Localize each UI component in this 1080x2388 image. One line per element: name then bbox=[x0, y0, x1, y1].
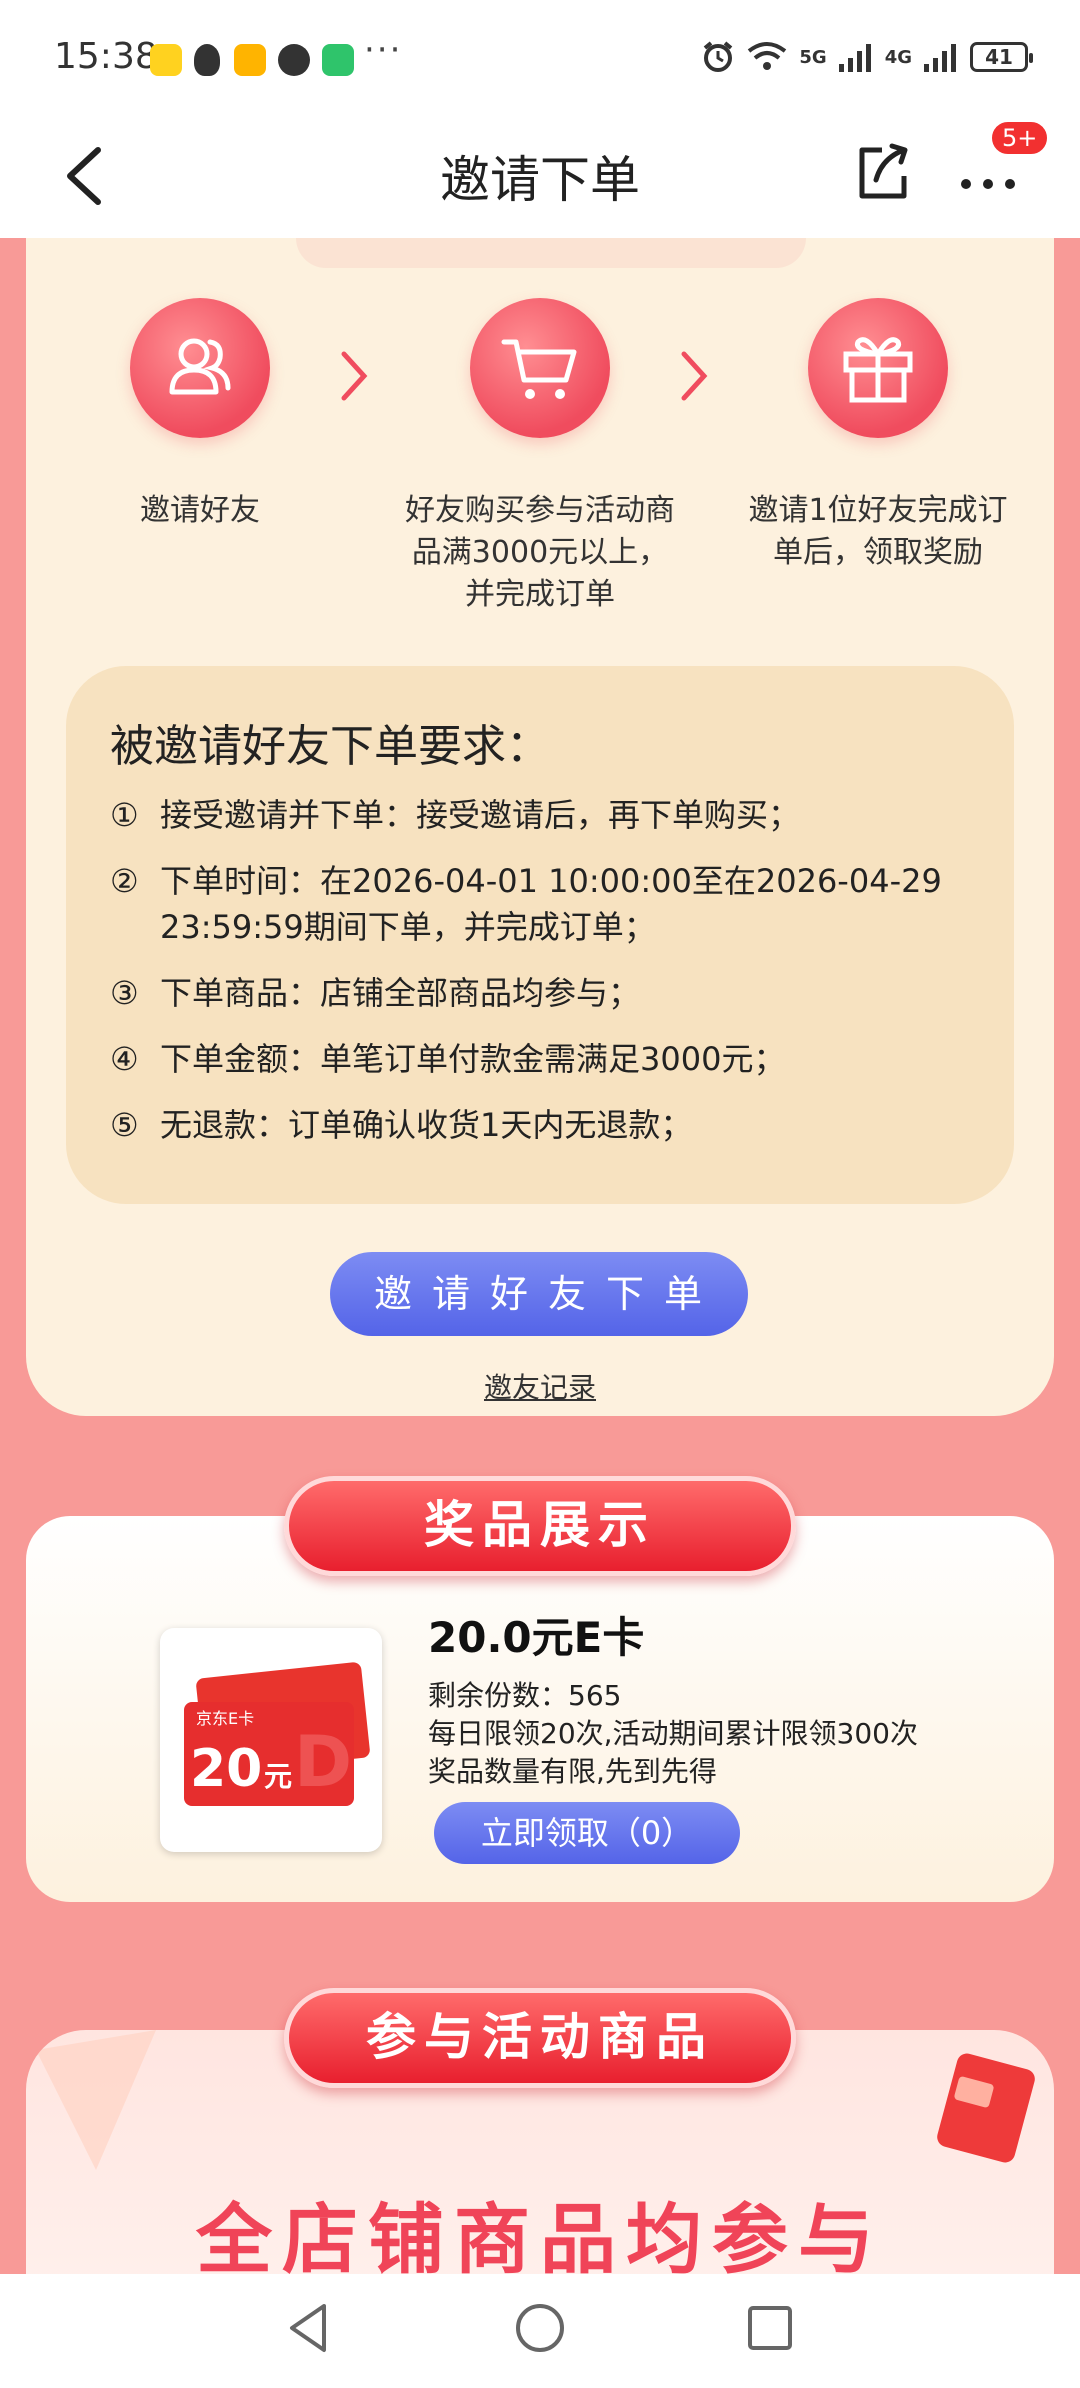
prize-note: 奖品数量有限,先到先得 bbox=[428, 1755, 717, 1788]
app-notification-icon bbox=[322, 44, 354, 76]
prize-limit: 每日限领20次,活动期间累计限领300次 bbox=[428, 1717, 918, 1750]
requirement-text: 下单时间：在2026-04-01 10:00:00至在2026-04-29 23… bbox=[160, 862, 942, 946]
nav-back-icon[interactable] bbox=[280, 2298, 340, 2358]
requirement-text: 下单商品：店铺全部商品均参与； bbox=[160, 974, 641, 1012]
gift-icon bbox=[808, 298, 948, 438]
prize-section-banner: 奖品展示 bbox=[284, 1476, 796, 1576]
notification-badge: 5+ bbox=[990, 120, 1050, 156]
step-friend-purchase: 好友购买参与活动商品满3000元以上，并完成订单 bbox=[390, 298, 690, 616]
cart-icon bbox=[470, 298, 610, 438]
requirement-text: 无退款：订单确认收货1天内无退款； bbox=[160, 1106, 693, 1144]
requirement-item: ④ 下单金额：单笔订单付款金需满足3000元； bbox=[110, 1036, 970, 1082]
step-label: 邀请好友 bbox=[140, 493, 260, 528]
qq-icon bbox=[194, 44, 220, 76]
status-time: 15:38 bbox=[54, 36, 158, 77]
prize-remaining: 剩余份数：565 bbox=[428, 1679, 622, 1712]
nav-recents-icon[interactable] bbox=[740, 2298, 800, 2358]
red-envelope-icon bbox=[937, 2053, 1035, 2163]
signal-icon bbox=[838, 44, 871, 72]
svg-text:D: D bbox=[294, 1721, 352, 1803]
step-invite-friend: 邀请好友 bbox=[50, 298, 350, 532]
requirement-number: ③ bbox=[110, 974, 139, 1012]
invite-friends-button[interactable]: 邀请好友下单 bbox=[330, 1252, 748, 1336]
requirement-number: ② bbox=[110, 862, 139, 900]
requirement-number: ④ bbox=[110, 1040, 139, 1078]
ecard-image: 京东E卡 20 元 D bbox=[160, 1628, 382, 1852]
step-label: 邀请1位好友完成订单后，领取奖励 bbox=[748, 493, 1008, 570]
requirement-item: ⑤ 无退款：订单确认收货1天内无退款； bbox=[110, 1102, 970, 1148]
invite-steps-card: 邀请好友 好友购买参与活动商品满3000元以上，并完成订单 邀请1位好友完成订单… bbox=[26, 238, 1054, 1416]
requirement-text: 下单金额：单笔订单付款金需满足3000元； bbox=[160, 1040, 786, 1078]
status-indicators: 5G 4G 41 bbox=[701, 40, 1033, 74]
requirement-item: ③ 下单商品：店铺全部商品均参与； bbox=[110, 970, 970, 1016]
requirement-number: ① bbox=[110, 796, 139, 834]
alarm-icon bbox=[704, 41, 733, 72]
status-bar: 15:38 ··· 5G 4G 41 bbox=[0, 0, 1080, 118]
products-headline: 全店铺商品均参与 bbox=[196, 2195, 884, 2284]
app-notification-icon bbox=[234, 44, 266, 76]
network-5g-label: 5G bbox=[799, 46, 827, 68]
step-label: 好友购买参与活动商品满3000元以上，并完成订单 bbox=[405, 493, 675, 612]
requirement-number: ⑤ bbox=[110, 1106, 139, 1144]
requirements-title: 被邀请好友下单要求： bbox=[110, 721, 550, 772]
page-title: 邀请下单 bbox=[440, 151, 640, 209]
users-icon bbox=[130, 298, 270, 438]
system-nav-bar bbox=[0, 2274, 1080, 2388]
decor-light-icon bbox=[36, 2030, 156, 2170]
requirements-box: 被邀请好友下单要求： ① 接受邀请并下单：接受邀请后，再下单购买； ② 下单时间… bbox=[66, 666, 1014, 1204]
claim-now-button[interactable]: 立即领取（0） bbox=[434, 1802, 740, 1864]
nav-header: 邀请下单 5+ bbox=[0, 118, 1080, 238]
wifi-icon bbox=[748, 42, 787, 70]
ecard-brand: 京东E卡 bbox=[196, 1709, 254, 1728]
requirement-item: ② 下单时间：在2026-04-01 10:00:00至在2026-04-29 … bbox=[110, 858, 970, 950]
battery-indicator: 41 bbox=[970, 42, 1033, 72]
signal-icon bbox=[924, 44, 956, 72]
chevron-right-icon bbox=[341, 351, 368, 401]
share-icon[interactable] bbox=[852, 136, 912, 206]
chevron-right-icon bbox=[681, 351, 708, 401]
prize-name: 20.0元E卡 bbox=[428, 1613, 645, 1662]
network-4g-label: 4G bbox=[884, 46, 912, 68]
products-section-banner: 参与活动商品 bbox=[284, 1988, 796, 2088]
nav-home-icon[interactable] bbox=[510, 2298, 570, 2358]
more-notifications-icon: ··· bbox=[364, 30, 403, 70]
ecard-amount: 20 bbox=[190, 1739, 262, 1799]
message-icon bbox=[278, 44, 310, 76]
step-claim-reward: 邀请1位好友完成订单后，领取奖励 bbox=[728, 298, 1028, 574]
ecard-unit: 元 bbox=[264, 1760, 292, 1793]
invite-record-link[interactable]: 邀友记录 bbox=[26, 1366, 1054, 1406]
card-top-decoration bbox=[296, 238, 806, 268]
requirement-text: 接受邀请并下单：接受邀请后，再下单购买； bbox=[160, 796, 801, 834]
requirement-item: ① 接受邀请并下单：接受邀请后，再下单购买； bbox=[110, 792, 970, 838]
app-notification-icon bbox=[150, 44, 182, 76]
